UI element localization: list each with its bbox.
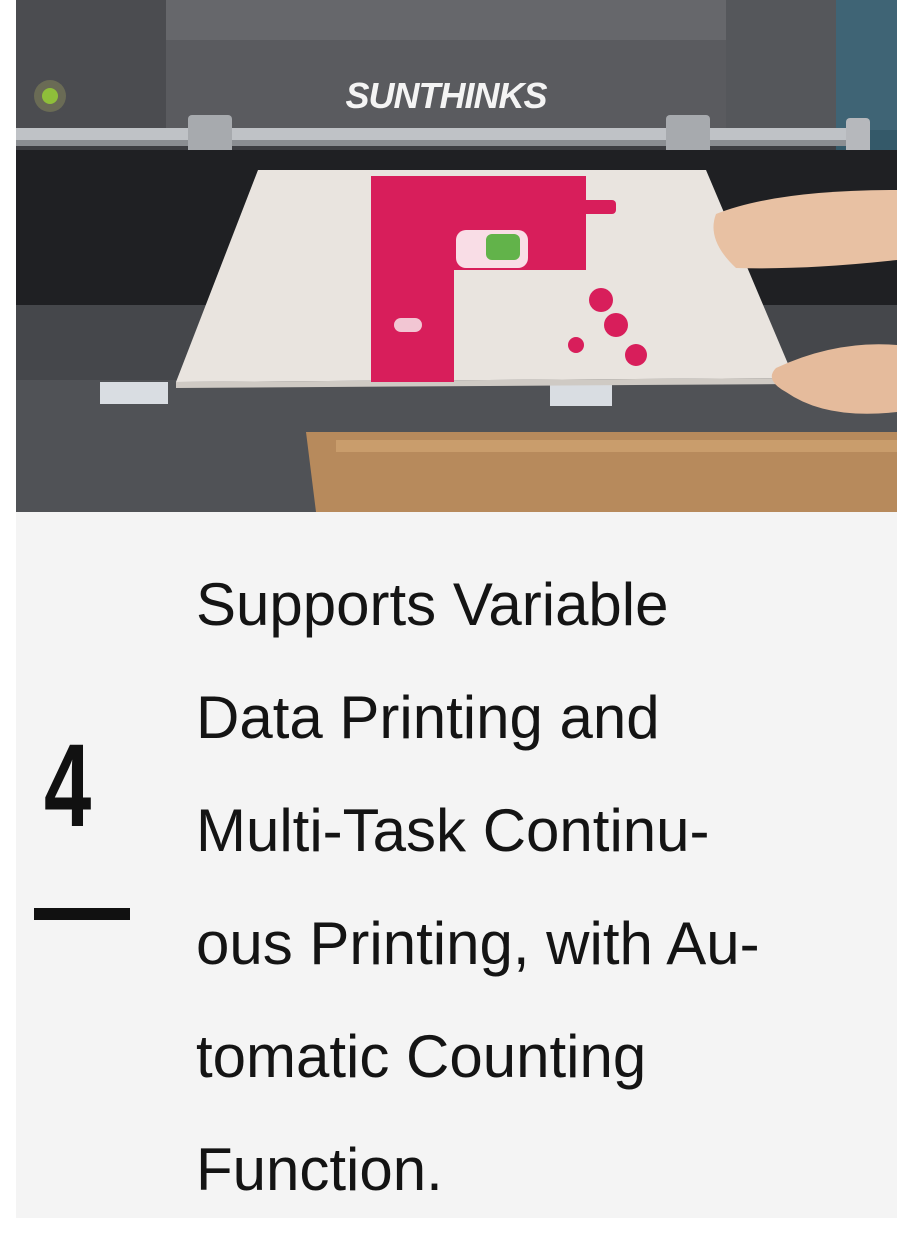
feature-text-line: Data Printing and [196,684,660,751]
step-number: 4 [44,720,92,852]
feature-text-line: Supports Variable [196,571,669,638]
feature-description: Supports Variable Data Printing and Mult… [196,548,886,1218]
brand-logo-text: SUNTHINKS [345,75,547,116]
printer-photo: SUNTHINKS [16,0,897,512]
feature-card: SUNTHINKS 4 Supports Variable Data Print… [16,0,897,1218]
printer-illustration: SUNTHINKS [16,0,897,512]
feature-description-panel: 4 Supports Variable Data Printing and Mu… [16,512,897,1218]
feature-text-line: ous Printing, with Au- [196,910,760,977]
feature-text-line: Multi-Task Continu- [196,797,710,864]
step-divider [34,908,130,920]
feature-text-line: tomatic Counting [196,1023,647,1090]
feature-text-line: Function. [196,1136,443,1203]
